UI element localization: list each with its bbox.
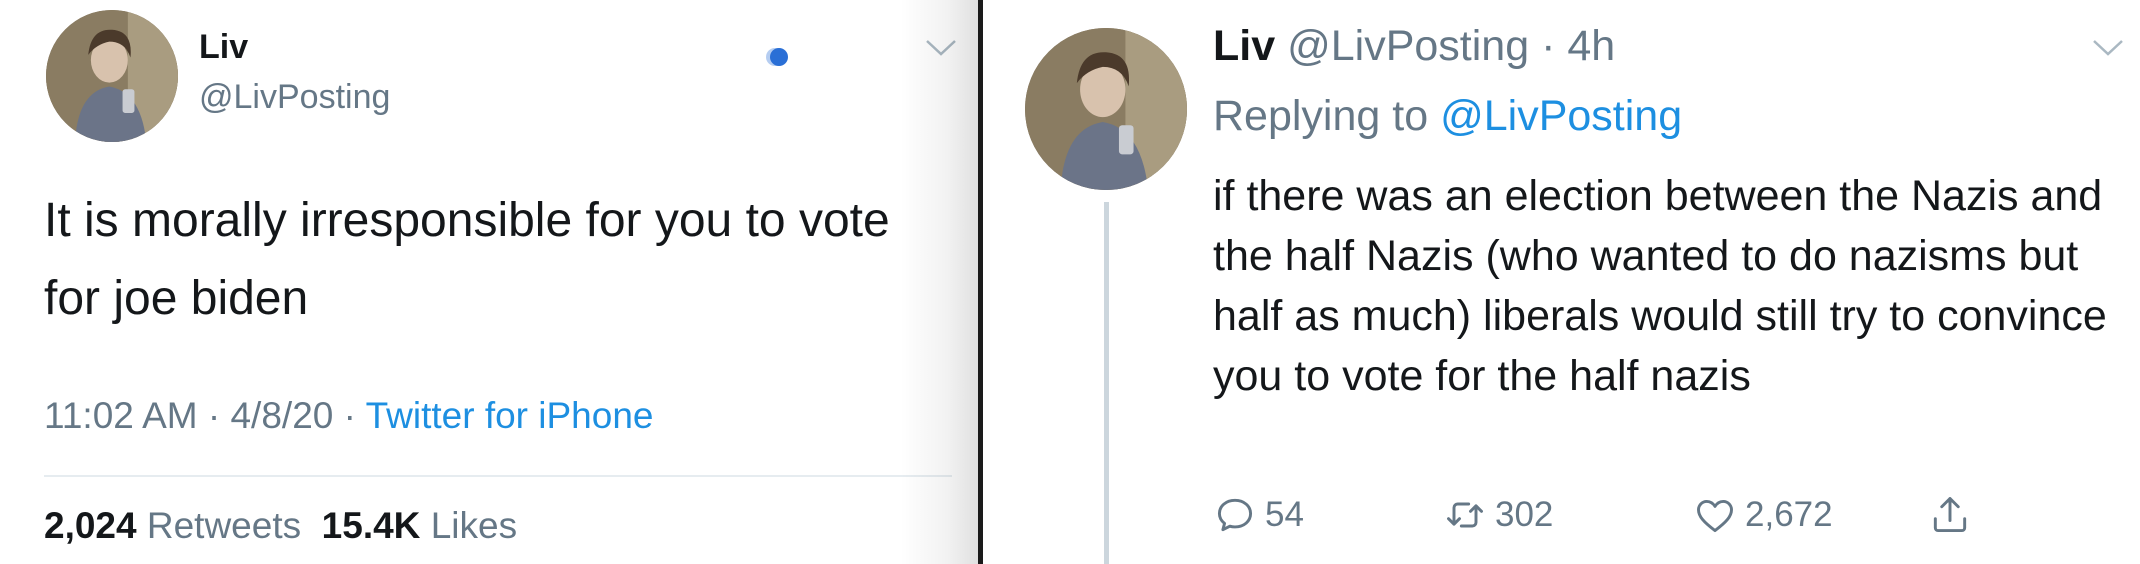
retweets-stat[interactable]: 2,024 Retweets	[44, 505, 301, 546]
likes-count: 15.4K	[321, 505, 421, 546]
retweets-label: Retweets	[146, 505, 302, 546]
share-icon	[1933, 497, 1967, 533]
tweet-stats: 2,024 Retweets 15.4K Likes	[44, 505, 517, 547]
tweet-age[interactable]: 4h	[1567, 22, 1615, 70]
header-separator: ·	[1529, 22, 1568, 70]
panel-shadow	[900, 0, 978, 564]
avatar[interactable]	[46, 10, 178, 142]
right-tweet-panel: Liv @LivPosting · 4h Replying to @LivPos…	[983, 0, 2140, 564]
author-handle[interactable]: @LivPosting	[199, 78, 390, 117]
author-name[interactable]: Liv	[199, 28, 248, 67]
likes-label: Likes	[430, 505, 518, 546]
avatar-photo	[46, 10, 178, 142]
author-handle[interactable]: @LivPosting	[1287, 22, 1529, 70]
avatar-photo	[1025, 28, 1187, 190]
reply-count: 54	[1265, 495, 1304, 534]
thread-line	[1104, 202, 1109, 564]
retweets-count: 2,024	[44, 505, 137, 546]
activity-indicator	[770, 48, 788, 66]
tweet-meta: 11:02 AM · 4/8/20 · Twitter for iPhone	[44, 395, 653, 437]
tweet-date[interactable]: 4/8/20	[230, 395, 333, 436]
tweet-text: if there was an election between the Naz…	[1213, 172, 2107, 400]
reply-icon	[1217, 498, 1253, 532]
tweet-header: Liv @LivPosting · 4h	[1213, 22, 1615, 71]
share-button[interactable]	[1928, 490, 1980, 540]
likes-stat[interactable]: 15.4K Likes	[322, 505, 517, 546]
meta-separator: ·	[197, 395, 231, 436]
divider	[44, 475, 952, 477]
retweet-icon	[1447, 502, 1483, 528]
chevron-down-icon[interactable]	[2091, 38, 2125, 58]
reply-button[interactable]: 54	[1213, 490, 1304, 540]
heart-icon	[1697, 499, 1733, 533]
tweet-text: It is morally irresponsible for you to v…	[44, 194, 890, 325]
left-tweet-panel: Liv @LivPosting It is morally irresponsi…	[0, 0, 978, 564]
tweet-time[interactable]: 11:02 AM	[44, 395, 198, 436]
retweet-button[interactable]: 302	[1443, 490, 1553, 540]
like-count: 2,672	[1745, 495, 1833, 534]
like-button[interactable]: 2,672	[1693, 490, 1833, 540]
replying-prefix: Replying to	[1213, 92, 1429, 140]
meta-separator: ·	[333, 395, 366, 436]
tweet-source[interactable]: Twitter for iPhone	[366, 395, 654, 436]
replying-to-handle[interactable]: @LivPosting	[1440, 92, 1682, 140]
avatar[interactable]	[1025, 28, 1187, 190]
retweet-count: 302	[1495, 495, 1554, 534]
author-name[interactable]: Liv	[1213, 22, 1275, 70]
replying-to: Replying to @LivPosting	[1213, 92, 1682, 141]
